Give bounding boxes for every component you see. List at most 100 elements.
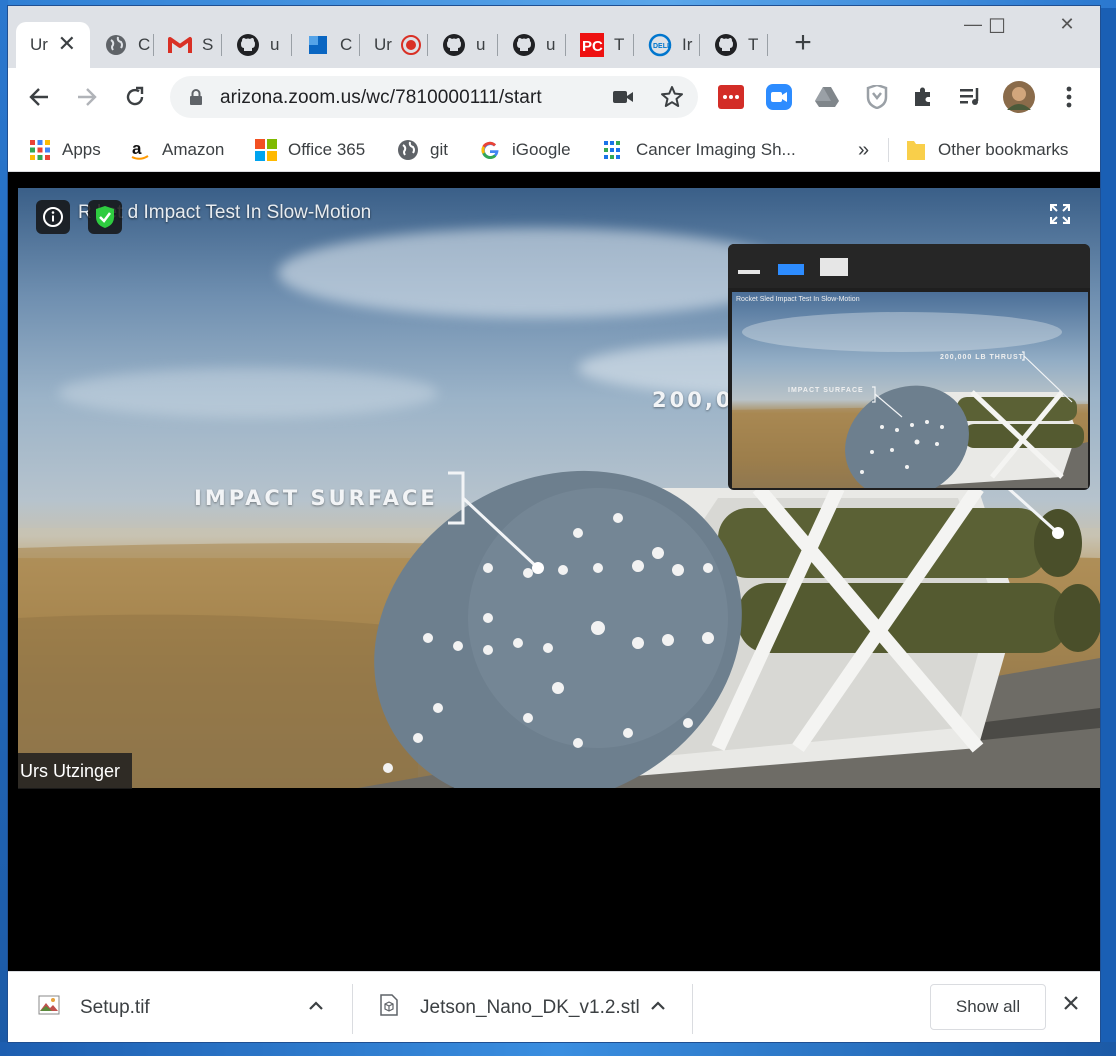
tab-blue[interactable]: C [292,22,360,68]
active-speaker-view-icon[interactable] [778,264,804,275]
forward-arrow-icon [78,88,97,106]
folder-icon [904,138,928,162]
address-bar[interactable]: arizona.zoom.us/wc/7810000111/start [170,76,698,118]
zoom-extension-icon[interactable] [766,84,792,110]
tab-github-1[interactable]: u [222,22,292,68]
shared-screen-video: R ket d Impact Test In Slow-Motion IMPAC… [18,188,1100,788]
3d-file-icon [380,994,398,1022]
tab-label: Ur [30,35,48,54]
download-item-setup[interactable]: Setup.tif [38,990,150,1026]
bookmark-star-icon[interactable] [660,85,684,114]
reload-icon [126,86,144,106]
chevron-up-icon[interactable] [306,996,330,1020]
pip-video-title: Rocket Sled Impact Test In Slow-Motion [736,296,860,303]
github-icon [442,33,466,57]
microsoft-icon [254,138,278,162]
back-arrow-icon [29,88,48,106]
apps-grid-icon [28,138,52,162]
close-download-bar-icon[interactable] [1062,994,1086,1018]
tab-dell[interactable]: DELL Ir [634,22,700,68]
bookmark-apps[interactable]: Apps [28,138,101,162]
participant-name-tag: Urs Utzinger [18,753,133,789]
desktop-background-left [0,0,8,1056]
minimize-view-icon[interactable] [738,270,760,274]
zoom-meeting-area: R ket d Impact Test In Slow-Motion IMPAC… [8,173,1100,971]
grid-dots-icon [602,138,626,162]
desktop-background-bottom [0,1042,1116,1056]
record-icon [400,33,422,57]
tab-strip: Ur ✕ C S u C Ur u u PC T DELL Ir T + — ☐… [8,6,1100,70]
download-filename: Setup.tif [80,997,150,1018]
show-all-downloads-button[interactable]: Show all [930,984,1046,1030]
bookmark-git[interactable]: git [396,138,448,162]
lock-icon [188,88,204,111]
github-icon [512,33,536,57]
image-file-icon [38,995,60,1021]
pip-video: Rocket Sled Impact Test In Slow-Motion 2… [732,292,1088,488]
tab-github-3[interactable]: u [498,22,566,68]
chevron-up-icon[interactable] [648,996,672,1020]
tab-github-4[interactable]: T [700,22,768,68]
tab-zoom[interactable]: Ur ✕ [16,22,90,68]
gmail-icon [168,33,192,57]
svg-text:DELL: DELL [653,43,672,50]
pip-impact-label: IMPACT SURFACE [788,387,864,394]
extensions-puzzle-icon[interactable] [910,84,936,110]
new-tab-button[interactable]: + [786,26,820,60]
camera-icon[interactable] [612,88,634,111]
maximize-button[interactable]: ☐ [972,14,1022,44]
blue-square-icon [306,33,330,57]
github-icon [236,33,260,57]
bookmarks-overflow-button[interactable]: » [858,138,869,162]
globe-icon [104,33,128,57]
info-icon [43,207,63,227]
avatar[interactable] [1002,80,1036,114]
pip-view-toolbar [728,244,1090,288]
svg-text:PC: PC [582,38,603,55]
bookmark-amazon[interactable]: a Amazon [128,138,224,162]
shield-extension-icon[interactable] [864,84,890,110]
svg-text:a: a [132,139,142,158]
bookmark-office365[interactable]: Office 365 [254,138,365,162]
browser-window: Ur ✕ C S u C Ur u u PC T DELL Ir T + — ☐… [8,6,1100,1042]
tab-pcmag[interactable]: PC T [566,22,634,68]
tab-recording[interactable]: Ur [360,22,428,68]
bookmark-cancer-imaging[interactable]: Cancer Imaging Sh... [602,138,796,162]
bookmarks-divider [888,138,889,162]
meeting-info-button[interactable] [36,200,70,234]
picture-in-picture-panel: Rocket Sled Impact Test In Slow-Motion 2… [728,244,1090,490]
full-view-icon[interactable] [820,258,848,276]
url-text: arizona.zoom.us/wc/7810000111/start [220,87,542,108]
download-bar: Setup.tif Jetson_Nano_DK_v1.2.stl Show a… [8,971,1100,1042]
close-tab-icon[interactable]: ✕ [58,33,76,55]
pcmag-icon: PC [580,33,604,57]
tab-globe[interactable]: C [90,22,154,68]
impact-surface-label: IMPACT SURFACE [194,486,438,510]
reload-button[interactable] [118,80,152,114]
back-button[interactable] [22,80,56,114]
pip-thrust-label: 200,000 LB THRUST [940,354,1024,361]
fullscreen-button[interactable] [1049,203,1074,228]
bookmark-igoogle[interactable]: iGoogle [478,138,571,162]
globe-icon [396,138,420,162]
fullscreen-icon [1049,203,1071,225]
github-icon [714,33,738,57]
tab-github-2[interactable]: u [428,22,498,68]
amazon-icon: a [128,138,152,162]
other-bookmarks-folder[interactable]: Other bookmarks [904,138,1068,162]
dell-icon: DELL [648,33,672,57]
download-filename: Jetson_Nano_DK_v1.2.stl [420,997,640,1018]
media-control-icon[interactable] [958,84,984,110]
close-window-button[interactable]: ✕ [1042,14,1092,44]
encryption-shield-button[interactable] [88,200,122,234]
forward-button[interactable] [70,80,104,114]
google-drive-icon[interactable] [814,84,840,110]
lastpass-extension-icon[interactable] [718,84,744,110]
download-item-jetson[interactable]: Jetson_Nano_DK_v1.2.stl [380,990,640,1026]
browser-toolbar: arizona.zoom.us/wc/7810000111/start [8,68,1100,126]
tab-gmail[interactable]: S [154,22,222,68]
browser-menu-icon[interactable] [1056,84,1082,110]
shield-check-icon [96,206,114,228]
bookmarks-bar: Apps a Amazon Office 365 git iGoogle Can… [8,126,1100,172]
google-icon [478,138,502,162]
